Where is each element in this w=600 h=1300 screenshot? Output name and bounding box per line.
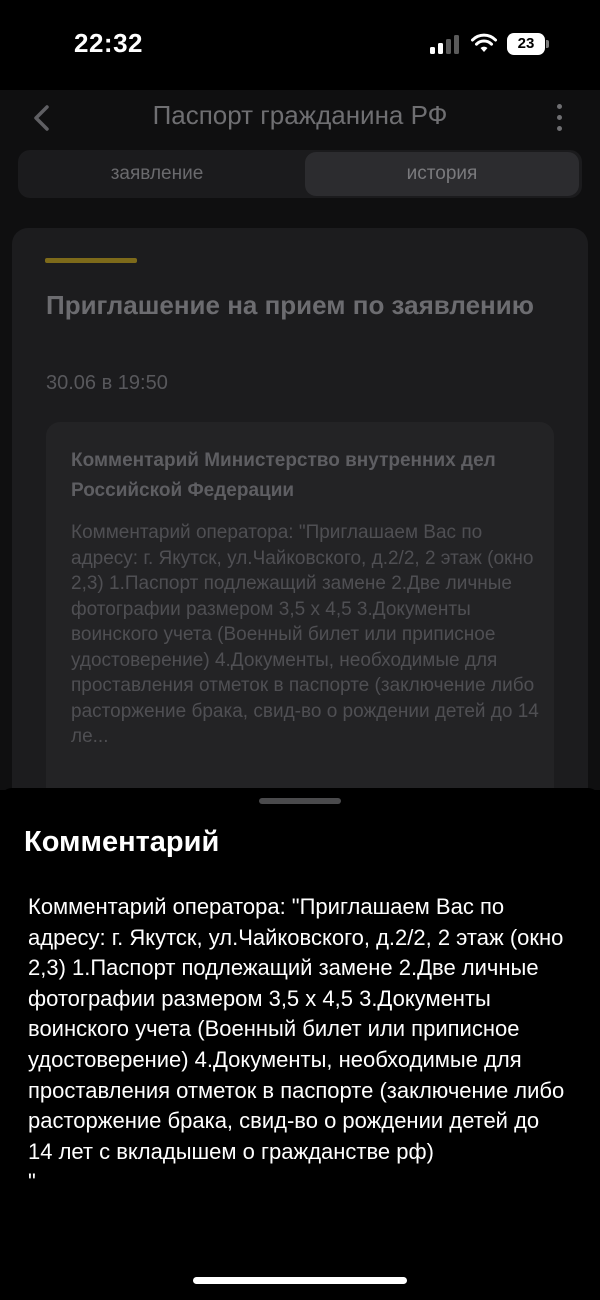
comment-preview: Комментарий оператора: "Приглашаем Вас п…	[71, 522, 539, 747]
comment-heading: Комментарий Министерство внутренних дел …	[71, 450, 496, 501]
tab-application[interactable]: заявление	[20, 152, 294, 196]
segmented-control: заявление история	[18, 150, 582, 198]
sheet-comment-text: Комментарий оператора: "Приглашаем Вас п…	[28, 894, 565, 1195]
accent-divider	[45, 258, 137, 263]
history-card[interactable]: Приглашение на прием по заявлению 30.06 …	[12, 228, 588, 790]
application-screen: Паспорт гражданина РФ заявление история …	[0, 90, 600, 790]
navigation-bar: Паспорт гражданина РФ	[0, 90, 600, 146]
battery-icon: 23	[507, 33, 549, 55]
sheet-grabber[interactable]	[259, 798, 341, 804]
page-title: Паспорт гражданина РФ	[152, 100, 448, 130]
tab-history[interactable]: история	[305, 152, 579, 196]
status-time: 22:32	[74, 28, 143, 58]
comment-sheet: Комментарий Комментарий оператора: "Приг…	[0, 788, 600, 1300]
status-bar: 22:32 23	[0, 0, 600, 90]
battery-level: 23	[507, 33, 545, 55]
more-vertical-icon[interactable]	[548, 100, 572, 136]
home-indicator[interactable]	[193, 1277, 407, 1284]
wifi-icon	[471, 33, 497, 52]
cellular-signal-icon	[430, 34, 462, 54]
card-date: 30.06 в 19:50	[46, 372, 168, 394]
sheet-title: Комментарий	[24, 826, 220, 858]
card-title: Приглашение на прием по заявлению	[46, 290, 534, 320]
comment-box[interactable]: Комментарий Министерство внутренних дел …	[46, 422, 554, 790]
